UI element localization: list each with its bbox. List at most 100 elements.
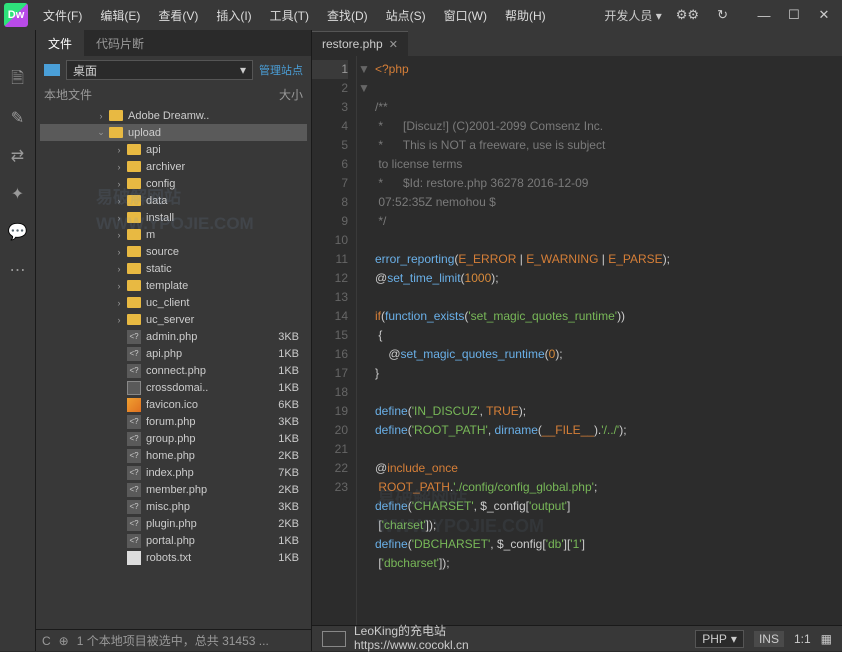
folder-icon	[126, 160, 142, 174]
tree-row[interactable]: ›install	[40, 209, 307, 226]
php-icon: <?	[126, 330, 142, 344]
app-logo: Dw	[4, 3, 28, 27]
main-menu: 文件(F)编辑(E)查看(V)插入(I)工具(T)查找(D)站点(S)窗口(W)…	[36, 3, 553, 28]
menu-item[interactable]: 文件(F)	[36, 3, 89, 28]
close-button[interactable]: ✕	[810, 4, 838, 26]
panel-status-bar: C ⊕ 1 个本地项目被选中，总共 31453 ...	[36, 629, 311, 651]
folder-icon	[108, 126, 124, 140]
tree-row[interactable]: <?misc.php3KB	[40, 498, 307, 515]
status-text: 1 个本地项目被选中，总共 31453 ...	[77, 632, 305, 649]
comment-icon[interactable]: 💬	[8, 222, 28, 242]
transform-icon[interactable]: ⇄	[8, 146, 28, 166]
tree-row[interactable]: crossdomai..1KB	[40, 379, 307, 396]
folder-icon	[126, 245, 142, 259]
folder-icon	[126, 143, 142, 157]
editor-tab[interactable]: restore.php ✕	[312, 31, 408, 56]
tree-row[interactable]: <?index.php7KB	[40, 464, 307, 481]
maximize-button[interactable]: ☐	[780, 4, 808, 26]
tree-row[interactable]: favicon.ico6KB	[40, 396, 307, 413]
sync-settings-icon[interactable]: ⚙⚙	[672, 5, 703, 25]
code-body[interactable]: <?php /** * [Discuz!] (C)2001-2099 Comse…	[357, 56, 842, 625]
php-icon: <?	[126, 483, 142, 497]
menu-item[interactable]: 窗口(W)	[437, 3, 494, 28]
refresh-icon[interactable]: C	[42, 634, 51, 648]
workspace-switcher[interactable]: 开发人员 ▾	[604, 7, 661, 24]
sync-icon[interactable]: ↻	[713, 5, 732, 25]
files-panel: 文件 代码片断 桌面▾ 管理站点 本地文件 大小 易破解网站 WWW.YPOJI…	[36, 30, 312, 651]
tree-row[interactable]: robots.txt1KB	[40, 549, 307, 566]
folder-icon	[126, 262, 142, 276]
col-size: 大小	[263, 86, 303, 103]
line-gutter: 1234567891011121314151617181920212223	[312, 56, 357, 625]
status-title: LeoKing的充电站	[354, 625, 469, 638]
tree-row[interactable]: ›config	[40, 175, 307, 192]
disk-icon	[44, 64, 60, 76]
tree-row[interactable]: ›archiver	[40, 158, 307, 175]
tree-row[interactable]: ›api	[40, 141, 307, 158]
folder-icon	[126, 313, 142, 327]
output-icon[interactable]	[322, 631, 346, 647]
code-area[interactable]: 1234567891011121314151617181920212223 ▼▼…	[312, 56, 842, 625]
editor-status-bar: LeoKing的充电站 https://www.cocokl.cn PHP▾ I…	[312, 625, 842, 651]
tree-row[interactable]: ›uc_server	[40, 311, 307, 328]
code-editor: restore.php ✕ 12345678910111213141516171…	[312, 30, 842, 651]
folder-icon	[126, 211, 142, 225]
php-icon: <?	[126, 449, 142, 463]
folder-icon	[126, 228, 142, 242]
language-select[interactable]: PHP▾	[695, 630, 744, 648]
tree-row[interactable]: ›Adobe Dreamw..	[40, 107, 307, 124]
overflow-icon[interactable]: ▦	[821, 632, 832, 646]
folder-icon	[126, 194, 142, 208]
tree-row[interactable]: ⌄upload	[40, 124, 307, 141]
menu-item[interactable]: 帮助(H)	[498, 3, 553, 28]
php-icon: <?	[126, 466, 142, 480]
menu-item[interactable]: 插入(I)	[209, 3, 258, 28]
menu-item[interactable]: 查看(V)	[151, 3, 205, 28]
tree-row[interactable]: <?member.php2KB	[40, 481, 307, 498]
php-icon: <?	[126, 517, 142, 531]
site-dropdown[interactable]: 桌面▾	[66, 60, 253, 80]
menu-item[interactable]: 查找(D)	[320, 3, 375, 28]
folder-icon	[108, 109, 124, 123]
tree-row[interactable]: <?connect.php1KB	[40, 362, 307, 379]
tool-rail: 🗎 ✎ ⇄ ✦ 💬 ⋯	[0, 30, 36, 651]
tree-row[interactable]: ›data	[40, 192, 307, 209]
globe-icon[interactable]: ⊕	[59, 634, 69, 648]
php-icon: <?	[126, 534, 142, 548]
menu-item[interactable]: 编辑(E)	[93, 3, 147, 28]
insert-mode[interactable]: INS	[754, 631, 784, 647]
tree-row[interactable]: <?forum.php3KB	[40, 413, 307, 430]
tree-row[interactable]: <?group.php1KB	[40, 430, 307, 447]
title-bar: Dw 文件(F)编辑(E)查看(V)插入(I)工具(T)查找(D)站点(S)窗口…	[0, 0, 842, 30]
menu-item[interactable]: 站点(S)	[379, 3, 433, 28]
txt-icon	[126, 551, 142, 565]
status-url: https://www.cocokl.cn	[354, 639, 469, 652]
tree-row[interactable]: ›static	[40, 260, 307, 277]
minimize-button[interactable]: —	[750, 4, 778, 26]
tree-row[interactable]: ›uc_client	[40, 294, 307, 311]
folder-icon	[126, 177, 142, 191]
tree-row[interactable]: ›m	[40, 226, 307, 243]
ico-icon	[126, 398, 142, 412]
menu-item[interactable]: 工具(T)	[263, 3, 316, 28]
close-icon[interactable]: ✕	[389, 38, 398, 51]
more-icon[interactable]: ⋯	[8, 260, 28, 280]
tab-files[interactable]: 文件	[36, 30, 84, 56]
wand-icon[interactable]: ✦	[8, 184, 28, 204]
tree-row[interactable]: ›source	[40, 243, 307, 260]
tree-row[interactable]: <?plugin.php2KB	[40, 515, 307, 532]
cursor-position: 1:1	[794, 632, 811, 646]
editor-tab-bar: restore.php ✕	[312, 30, 842, 56]
tree-row[interactable]: <?admin.php3KB	[40, 328, 307, 345]
tab-snippets[interactable]: 代码片断	[84, 30, 156, 56]
new-file-icon[interactable]: 🗎	[8, 70, 28, 90]
php-icon: <?	[126, 347, 142, 361]
tree-row[interactable]: <?portal.php1KB	[40, 532, 307, 549]
manage-sites-link[interactable]: 管理站点	[259, 62, 303, 78]
tree-row[interactable]: <?api.php1KB	[40, 345, 307, 362]
tag-tool-icon[interactable]: ✎	[8, 108, 28, 128]
file-tree[interactable]: 易破解网站 WWW.YPOJIE.COM ›Adobe Dreamw..⌄upl…	[36, 105, 311, 629]
tree-row[interactable]: ›template	[40, 277, 307, 294]
col-name: 本地文件	[44, 86, 263, 103]
tree-row[interactable]: <?home.php2KB	[40, 447, 307, 464]
